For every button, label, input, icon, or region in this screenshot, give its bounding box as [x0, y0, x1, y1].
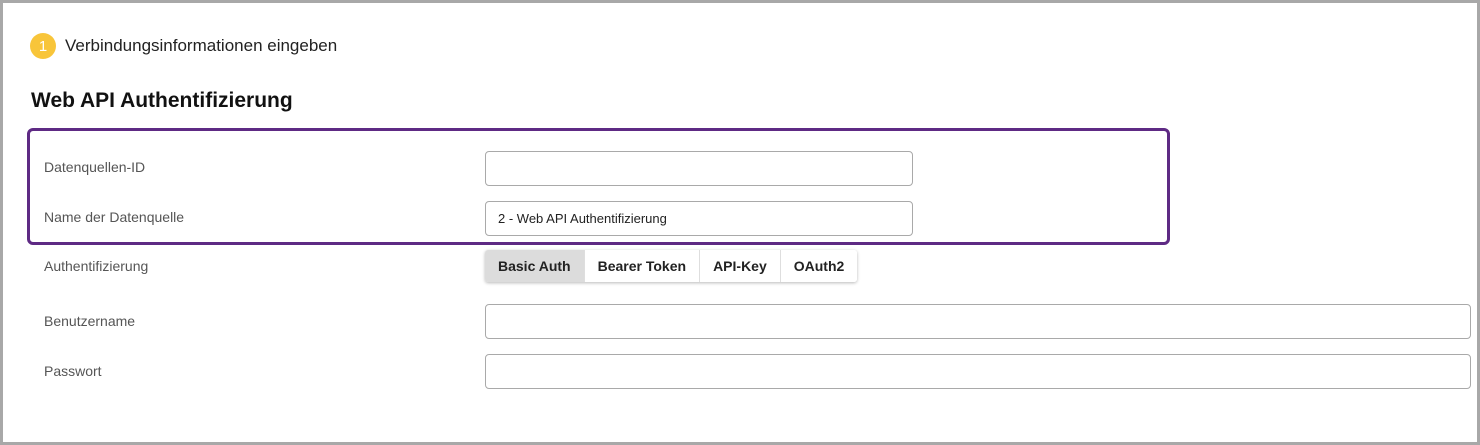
- section-title: Web API Authentifizierung: [31, 89, 293, 112]
- datasource-name-input[interactable]: [485, 201, 913, 236]
- username-label: Benutzername: [44, 313, 136, 329]
- password-label: Passwort: [44, 363, 102, 379]
- authentication-label: Authentifizierung: [44, 258, 149, 274]
- step-indicator: 1 Verbindungsinformationen eingeben: [30, 33, 337, 59]
- auth-option-basic-auth[interactable]: Basic Auth: [485, 250, 585, 282]
- connection-panel: 1 Verbindungsinformationen eingeben Web …: [0, 0, 1480, 445]
- datasource-id-label: Datenquellen-ID: [44, 159, 146, 175]
- auth-option-bearer-token[interactable]: Bearer Token: [584, 250, 701, 282]
- step-number-badge: 1: [30, 33, 56, 59]
- username-input[interactable]: [485, 304, 1471, 339]
- auth-option-api-key[interactable]: API-Key: [700, 250, 781, 282]
- datasource-name-label: Name der Datenquelle: [44, 209, 185, 225]
- password-input[interactable]: [485, 354, 1471, 389]
- authentication-toggle-group: Basic Auth Bearer Token API-Key OAuth2: [485, 250, 858, 282]
- auth-option-oauth2[interactable]: OAuth2: [780, 250, 858, 282]
- step-label: Verbindungsinformationen eingeben: [65, 36, 338, 55]
- datasource-id-input[interactable]: [485, 151, 913, 186]
